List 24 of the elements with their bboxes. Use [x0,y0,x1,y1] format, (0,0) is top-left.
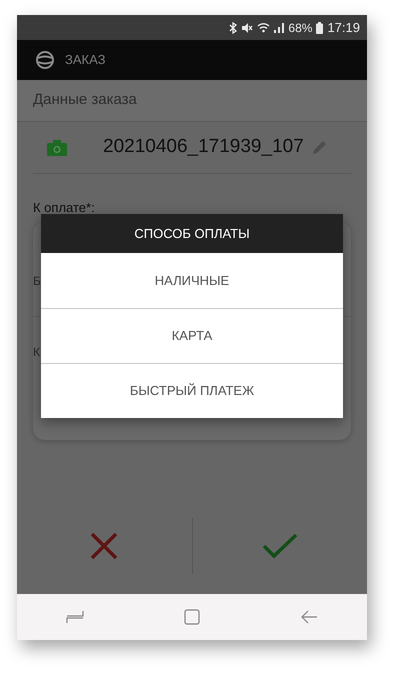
close-icon[interactable] [89,531,120,561]
back-icon[interactable] [300,610,318,624]
clock-time: 17:19 [327,18,360,37]
battery-percent: 68% [288,20,312,36]
field-label: К оплате*: [33,199,95,217]
battery-icon [316,22,324,34]
signal-icon [274,22,284,33]
wifi-icon [257,22,270,33]
recents-icon[interactable] [66,610,84,624]
option-button[interactable]: НАЛИЧНЫЕ [41,253,343,308]
logo-icon [35,51,55,69]
mute-icon [241,22,254,34]
option-button[interactable]: КАРТА [41,308,343,363]
order-number: 20210406_171939_107 [103,135,304,160]
section-title: Данные заказа [33,90,137,110]
field-label: К [33,344,40,360]
field-label: Б [33,273,41,290]
camera-icon[interactable] [47,140,67,156]
option-button[interactable]: БЫСТРЫЙ ПЛАТЕЖ [41,363,343,418]
home-icon[interactable] [184,609,200,625]
app-title: ЗАКАЗ [65,51,106,70]
bluetooth-icon [229,22,238,34]
dialog-title: СПОСОБ ОПЛАТЫ [134,224,250,243]
checkmark-icon[interactable] [262,532,298,560]
